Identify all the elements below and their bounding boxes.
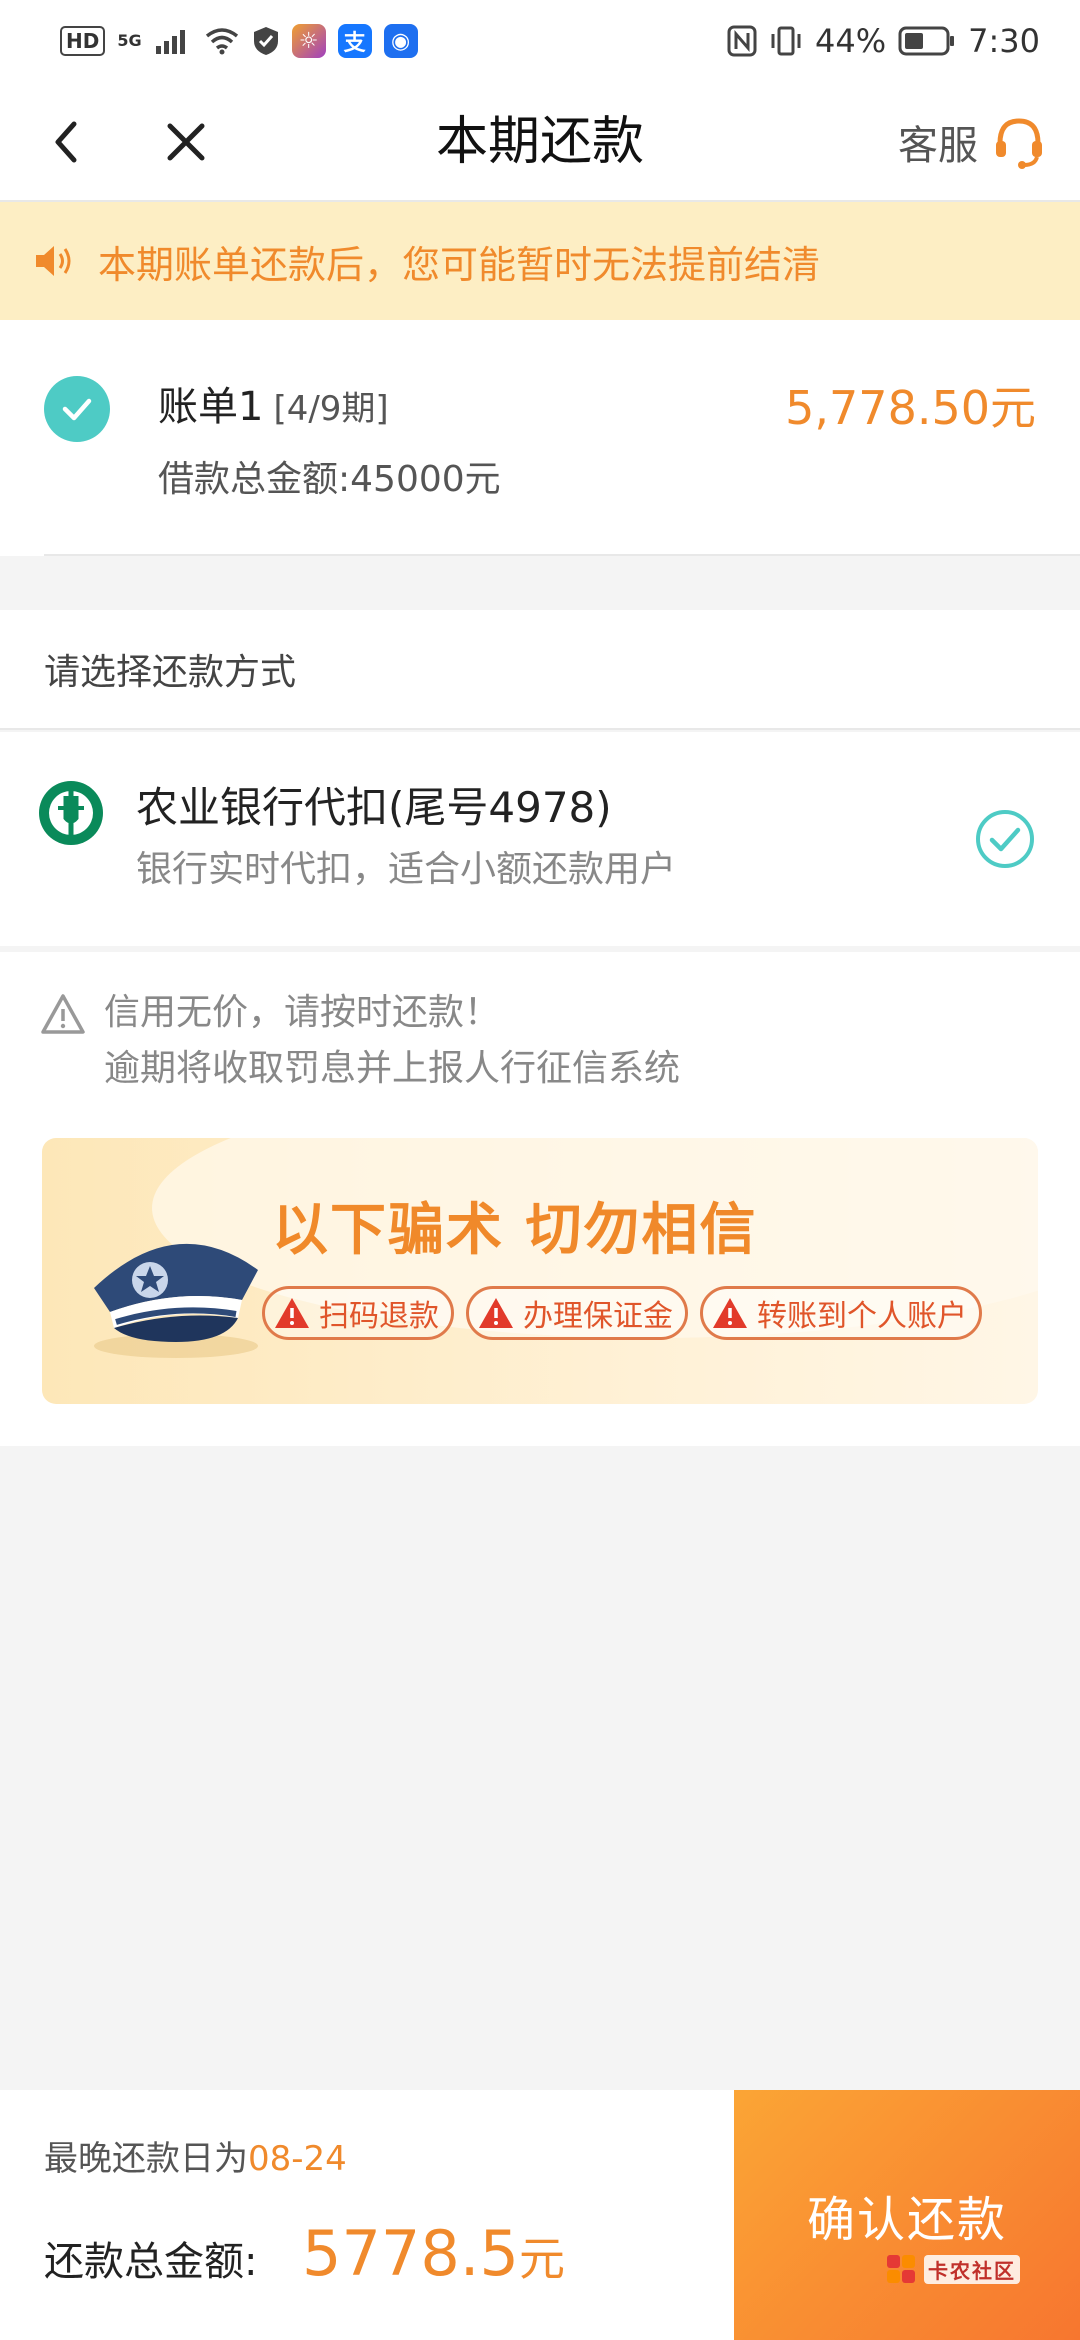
nfc-icon bbox=[727, 25, 757, 57]
fraud-tag: 转账到个人账户 bbox=[700, 1286, 982, 1340]
fraud-tag-label: 转账到个人账户 bbox=[757, 1299, 967, 1334]
repay-method-title: 请选择还款方式 bbox=[44, 652, 297, 693]
notice-banner: 本期账单还款后，您可能暂时无法提前结清 bbox=[0, 202, 1080, 320]
due-date-value: 08-24 bbox=[248, 2139, 347, 2179]
warning-line-1: 信用无价，请按时还款！ bbox=[104, 992, 501, 1033]
headset-icon bbox=[996, 118, 1042, 169]
bill-period: [4/9期] bbox=[273, 389, 389, 429]
bill-item[interactable]: 账单1 [4/9期] 5,778.50元 借款总金额:45000元 bbox=[0, 320, 1080, 556]
app-notification-icon: ☼ bbox=[291, 24, 326, 58]
due-date-label: 最晚还款日为 bbox=[44, 2139, 248, 2179]
alipay-icon: 支 bbox=[337, 24, 372, 58]
bill-title: 账单1 [4/9期] bbox=[158, 382, 389, 434]
signal-icon bbox=[155, 30, 185, 54]
hd-indicator: HD bbox=[60, 26, 106, 56]
bill-name: 账单1 bbox=[158, 384, 264, 430]
total-label: 还款总金额: bbox=[44, 2239, 258, 2285]
police-hat-icon bbox=[94, 1243, 258, 1358]
fraud-tag-label: 扫码退款 bbox=[319, 1299, 439, 1334]
watermark-text: 卡农社区 bbox=[924, 2254, 1020, 2284]
total-amount-unit: 元 bbox=[518, 2232, 565, 2286]
network-type: 5G bbox=[117, 31, 142, 50]
loan-total: 借款总金额:45000元 bbox=[158, 459, 501, 500]
confirm-repay-button[interactable]: 确认还款 卡农社区 bbox=[734, 2090, 1080, 2340]
fraud-banner-title: 以下骗术 切勿相信 bbox=[272, 1198, 758, 1263]
watermark: 卡农社区 bbox=[884, 2252, 1020, 2286]
shield-icon bbox=[253, 27, 278, 55]
battery-icon bbox=[898, 26, 955, 56]
check-icon bbox=[62, 398, 92, 421]
total-amount-value: 5778.5 bbox=[302, 2217, 519, 2290]
alert-icon bbox=[275, 1298, 309, 1328]
abc-bank-logo-icon bbox=[39, 781, 103, 845]
kanong-logo-icon bbox=[887, 2255, 915, 2283]
fraud-tag-label: 办理保证金 bbox=[523, 1299, 673, 1334]
status-bar-left: HD 5G ☼ 支 ◉ bbox=[60, 24, 418, 58]
warning-icon bbox=[41, 994, 85, 1034]
status-bar: HD 5G ☼ 支 ◉ 44% 7:30 bbox=[0, 0, 1080, 82]
clock: 7:30 bbox=[968, 22, 1040, 60]
fraud-tag-list: 扫码退款 办理保证金 转账到个人账户 bbox=[262, 1286, 982, 1340]
alert-icon bbox=[713, 1298, 747, 1328]
total-amount: 5778.5元 bbox=[302, 2214, 565, 2299]
customer-service-button[interactable]: 客服 bbox=[898, 112, 1048, 172]
due-date-text: 最晚还款日为08-24 bbox=[44, 2134, 347, 2184]
fraud-tag: 办理保证金 bbox=[466, 1286, 688, 1340]
battery-percent: 44% bbox=[815, 22, 887, 60]
warning-section: 信用无价，请按时还款！ 逾期将收取罚息并上报人行征信系统 以下骗术 切勿相信 扫… bbox=[0, 952, 1080, 1446]
repay-method-header: 请选择还款方式 bbox=[0, 610, 1080, 730]
bank-description: 银行实时代扣，适合小额还款用户 bbox=[136, 849, 677, 890]
bill-amount: 5,778.50元 bbox=[785, 381, 1036, 435]
confirm-repay-label: 确认还款 bbox=[806, 2192, 1007, 2248]
warning-line-2: 逾期将收取罚息并上报人行征信系统 bbox=[104, 1048, 681, 1089]
notice-text: 本期账单还款后，您可能暂时无法提前结清 bbox=[98, 242, 821, 287]
speaker-icon bbox=[36, 246, 71, 276]
bulb-app-icon: ◉ bbox=[383, 24, 418, 58]
vibrate-icon bbox=[771, 26, 801, 56]
customer-service-label: 客服 bbox=[898, 123, 978, 169]
alert-icon bbox=[479, 1298, 513, 1328]
selected-check-icon[interactable] bbox=[974, 808, 1036, 870]
fraud-tag: 扫码退款 bbox=[262, 1286, 454, 1340]
bill-checkbox[interactable] bbox=[44, 376, 110, 442]
anti-fraud-banner[interactable]: 以下骗术 切勿相信 扫码退款 办理保证金 转账到个人账户 bbox=[42, 1138, 1038, 1404]
bottom-bar: 最晚还款日为08-24 还款总金额: 5778.5元 确认还款 卡农社区 bbox=[0, 2090, 1080, 2340]
bank-option[interactable]: 农业银行代扣(尾号4978) 银行实时代扣，适合小额还款用户 bbox=[0, 732, 1080, 946]
nav-header: 本期还款 客服 bbox=[0, 82, 1080, 202]
bank-name: 农业银行代扣(尾号4978) bbox=[136, 783, 612, 832]
wifi-icon bbox=[205, 28, 238, 55]
status-bar-right: 44% 7:30 bbox=[727, 22, 1040, 60]
divider bbox=[44, 554, 1080, 556]
